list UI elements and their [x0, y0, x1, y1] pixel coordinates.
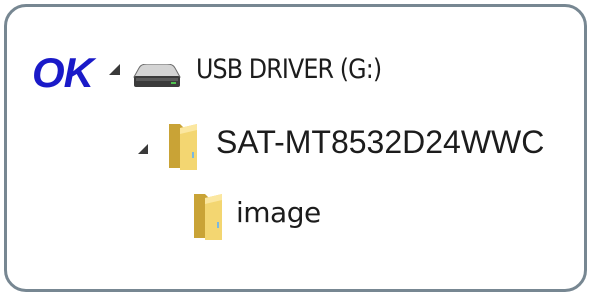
- folder-icon: [166, 122, 200, 177]
- tree-item-label: USB DRIVER (G:): [196, 54, 382, 85]
- expanded-arrow-icon[interactable]: [138, 144, 148, 154]
- tree-item-label: image: [236, 196, 321, 229]
- expanded-arrow-icon[interactable]: [109, 64, 120, 75]
- tree-item-image-folder[interactable]: image: [185, 188, 405, 244]
- tree-item-usb-drive[interactable]: USB DRIVER (G:): [103, 44, 493, 100]
- folder-icon: [191, 192, 225, 247]
- tree-item-sat-folder[interactable]: SAT-MT8532D24WWC: [130, 118, 590, 174]
- drive-icon: [133, 63, 181, 93]
- tree-item-label: SAT-MT8532D24WWC: [216, 124, 545, 160]
- ok-status-label: OK: [32, 49, 94, 96]
